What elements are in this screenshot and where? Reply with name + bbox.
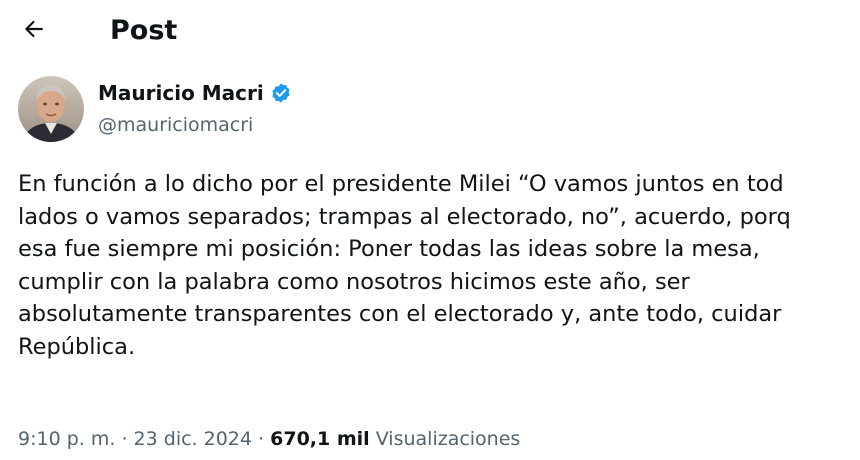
- back-button[interactable]: [14, 12, 54, 50]
- post-date: 23 dic. 2024: [133, 428, 252, 450]
- post-text: En función a lo dicho por el presidente …: [18, 168, 860, 364]
- avatar[interactable]: [18, 76, 84, 142]
- display-name-link[interactable]: Mauricio Macri: [98, 79, 292, 107]
- post-text-line: República.: [18, 333, 136, 360]
- post-metadata: 9:10 p. m. · 23 dic. 2024 · 670,1 mil Vi…: [18, 426, 520, 452]
- author-handle[interactable]: @mauriciomacri: [98, 112, 253, 138]
- verified-badge-icon: [270, 82, 292, 104]
- post-time: 9:10 p. m.: [18, 428, 116, 450]
- post-text-line: absolutamente transparentes con el elect…: [18, 301, 782, 328]
- post-timestamp-link[interactable]: 9:10 p. m. · 23 dic. 2024: [18, 428, 252, 450]
- meta-separator: ·: [258, 428, 265, 450]
- post-text-line: lados o vamos separados; trampas al elec…: [18, 203, 791, 230]
- meta-separator: ·: [121, 428, 128, 450]
- post-author: Mauricio Macri @mauriciomacri: [18, 76, 718, 146]
- post-text-line: esa fue siempre mi posición: Poner todas…: [18, 236, 760, 263]
- post-text-line: En función a lo dicho por el presidente …: [18, 171, 784, 197]
- arrow-left-icon: [21, 16, 47, 46]
- views-label: Visualizaciones: [375, 428, 521, 450]
- views-count: 670,1 mil: [270, 428, 370, 450]
- page-header: Post: [0, 0, 860, 62]
- page-title: Post: [110, 15, 178, 46]
- post-text-line: cumplir con la palabra como nosotros hic…: [18, 268, 690, 295]
- display-name: Mauricio Macri: [98, 81, 264, 105]
